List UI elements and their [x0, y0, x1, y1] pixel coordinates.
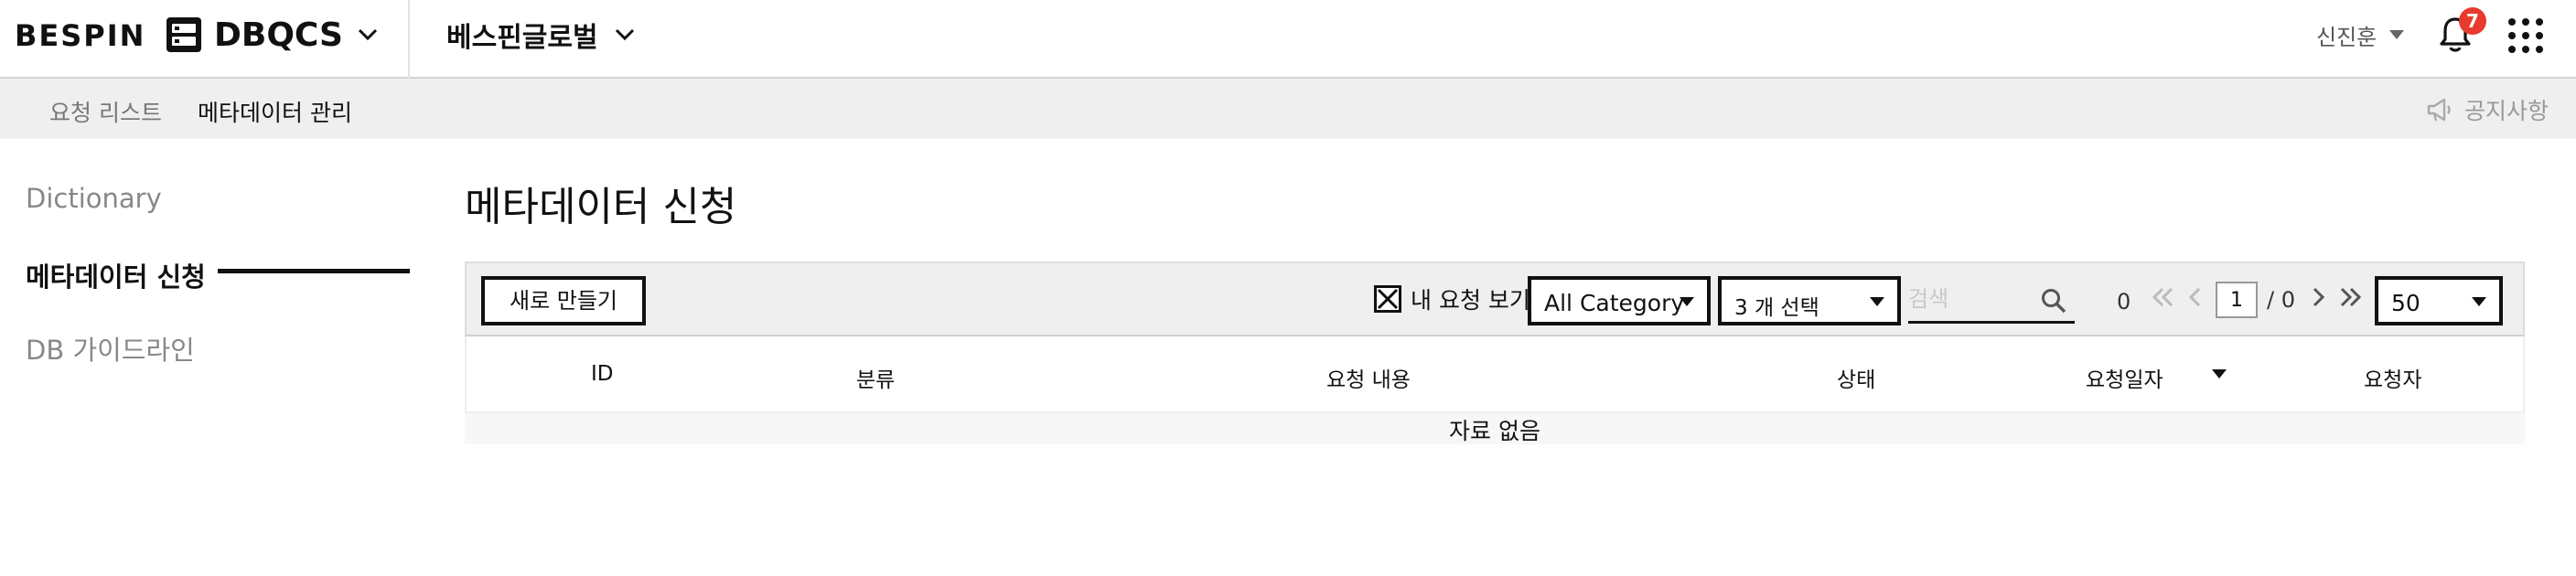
column-header-status[interactable]: 상태: [1837, 362, 1875, 393]
page-number-input[interactable]: [2216, 282, 2258, 318]
org-switcher[interactable]: 베스핀글로벌: [446, 16, 637, 54]
my-requests-label: 내 요청 보기: [1411, 287, 1530, 314]
user-menu[interactable]: 신진훈: [2316, 18, 2405, 51]
notification-badge: 7: [2459, 7, 2486, 35]
sidebar-item-metadata-request[interactable]: 메타데이터 신청: [26, 256, 206, 294]
page-size-select[interactable]: 50: [2375, 276, 2503, 325]
sort-desc-icon[interactable]: [2212, 369, 2227, 379]
sub-navigation: 요청 리스트 메타데이터 관리 공지사항: [0, 79, 2576, 139]
sidebar-item-dictionary[interactable]: Dictionary: [26, 183, 162, 214]
column-header-category[interactable]: 분류: [856, 362, 895, 393]
search-box: [1908, 276, 2075, 324]
top-header: BESPIN DBQCS 베스핀글로벌 신진훈 7: [0, 0, 2576, 79]
empty-message: 자료 없음: [1449, 418, 1540, 444]
server-icon: [166, 17, 201, 52]
total-count: 0: [2117, 289, 2131, 315]
last-page-icon[interactable]: [2338, 283, 2364, 311]
search-input[interactable]: [1908, 283, 2036, 315]
bespin-logo[interactable]: BESPIN: [15, 18, 145, 53]
empty-table-row: 자료 없음: [465, 413, 2525, 444]
tab-metadata-management[interactable]: 메타데이터 관리: [198, 95, 352, 128]
sidebar-item-db-guideline[interactable]: DB 가이드라인: [26, 329, 195, 368]
app-name: DBQCS: [214, 16, 343, 54]
page-size-value: 50: [2391, 290, 2420, 316]
column-header-id[interactable]: ID: [591, 362, 614, 386]
column-header-requester[interactable]: 요청자: [2364, 362, 2421, 393]
notifications-button[interactable]: 7: [2435, 7, 2486, 57]
megaphone-icon: [2427, 98, 2451, 122]
new-button[interactable]: 새로 만들기: [481, 276, 646, 325]
my-requests-toggle[interactable]: 내 요청 보기: [1374, 283, 1530, 315]
page-title: 메타데이터 신청: [465, 184, 737, 230]
notice-link[interactable]: 공지사항: [2426, 95, 2549, 124]
org-name: 베스핀글로벌: [446, 22, 598, 54]
table-header: ID 분류 요청 내용 상태 요청일자 요청자: [465, 336, 2525, 413]
list-toolbar: 새로 만들기 내 요청 보기 All Category 3 개 선택 0 / 0: [465, 261, 2525, 336]
app-switcher[interactable]: DBQCS: [165, 15, 380, 55]
first-page-icon[interactable]: [2150, 283, 2175, 311]
active-indicator: [218, 269, 410, 273]
next-page-icon[interactable]: [2305, 283, 2331, 311]
header-divider: [408, 0, 410, 79]
caret-down-icon: [1870, 297, 1884, 306]
search-icon[interactable]: [2040, 287, 2067, 315]
category-select[interactable]: All Category: [1528, 276, 1711, 325]
user-name: 신진훈: [2316, 24, 2377, 50]
chevron-down-icon: [358, 28, 378, 41]
status-multiselect[interactable]: 3 개 선택: [1718, 276, 1901, 325]
category-select-value: All Category: [1544, 290, 1685, 316]
checkbox-x-icon: [1377, 288, 1399, 310]
my-requests-checkbox[interactable]: [1374, 285, 1401, 313]
status-multiselect-value: 3 개 선택: [1734, 296, 1819, 320]
chevron-down-icon: [615, 28, 634, 41]
apps-grid-icon[interactable]: [2506, 16, 2545, 55]
caret-down-icon: [2472, 297, 2486, 306]
prev-page-icon[interactable]: [2183, 283, 2208, 311]
column-header-content[interactable]: 요청 내용: [1326, 362, 1411, 393]
tab-request-list[interactable]: 요청 리스트: [49, 95, 162, 128]
notice-label: 공지사항: [2464, 98, 2549, 124]
column-header-request-date[interactable]: 요청일자: [2086, 362, 2163, 393]
caret-down-icon: [2389, 30, 2405, 39]
total-pages: / 0: [2267, 287, 2295, 313]
caret-down-icon: [1680, 297, 1694, 306]
